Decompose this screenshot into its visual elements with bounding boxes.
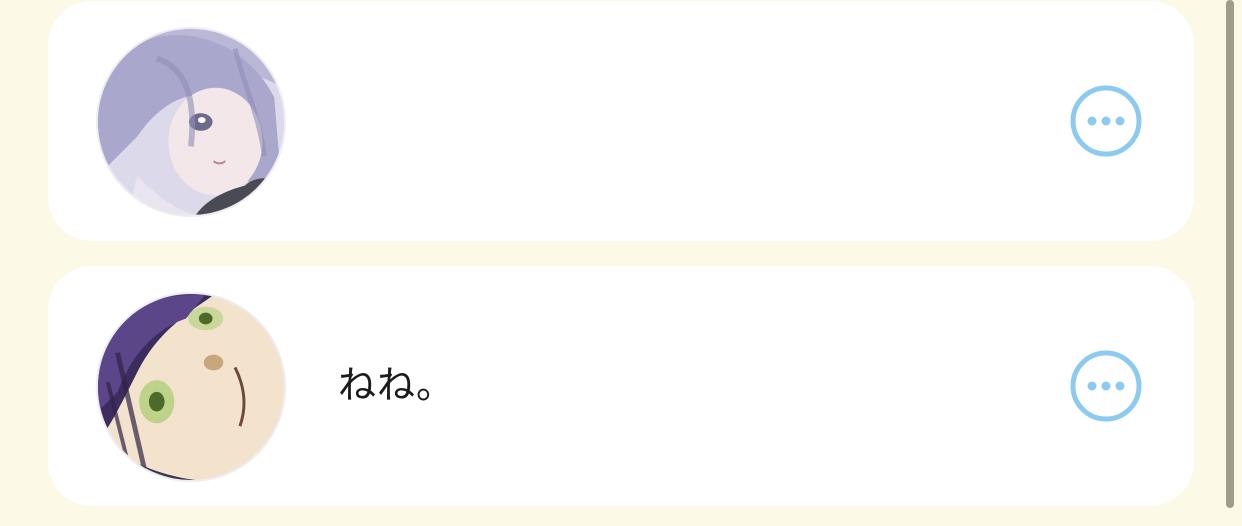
list-item[interactable] — [48, 1, 1194, 241]
scrollbar[interactable] — [1226, 0, 1234, 508]
avatar-silver-hair-image — [98, 29, 284, 215]
avatar[interactable] — [96, 292, 286, 482]
item-text: ねね。 — [338, 363, 456, 407]
avatar[interactable] — [96, 27, 286, 217]
more-options-button[interactable] — [1070, 350, 1142, 422]
more-options-icon — [1070, 85, 1142, 157]
more-options-button[interactable] — [1070, 85, 1142, 157]
avatar-purple-hair-image — [98, 294, 284, 480]
more-options-icon — [1070, 350, 1142, 422]
list-item[interactable]: ねね。 — [48, 266, 1194, 506]
